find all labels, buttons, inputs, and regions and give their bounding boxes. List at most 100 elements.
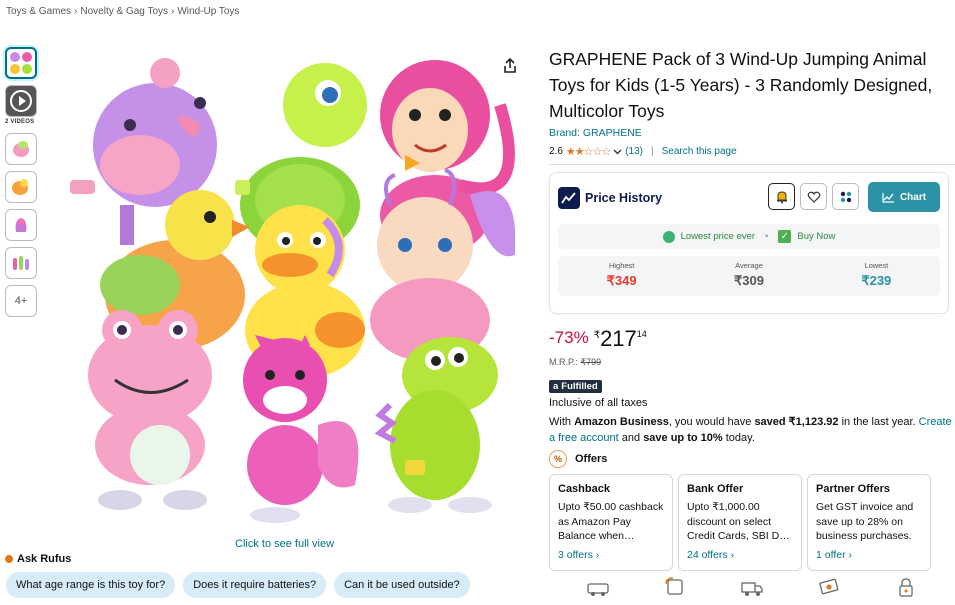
offer-card-title: Cashback [558, 483, 610, 495]
rufus-title: Ask Rufus [17, 553, 72, 565]
pay-on-delivery-icon[interactable] [817, 576, 841, 598]
share-icon[interactable] [501, 57, 519, 75]
breadcrumb-separator: › [171, 6, 175, 17]
stat-value: ₹309 [734, 273, 764, 288]
buy-now-indicator[interactable]: ✓ Buy Now [778, 230, 835, 243]
stat-value: ₹239 [861, 273, 892, 288]
toy-thumbnail-icon [12, 179, 28, 195]
divider [549, 164, 955, 165]
price-alert-bell-button[interactable] [768, 183, 795, 210]
thumbnail-image[interactable] [5, 247, 37, 279]
rufus-question-chip[interactable]: What age range is this toy for? [6, 572, 176, 598]
offers-heading: % Offers [549, 450, 955, 468]
price-history-widget: Price History Chart Lowest price ever • … [549, 172, 949, 314]
green-dot-icon [662, 230, 675, 243]
toy-thumbnail-icon [10, 52, 32, 74]
fulfilled-badge[interactable]: a Fulfilled [549, 380, 602, 393]
stat-highest: Highest ₹349 [558, 256, 685, 296]
stat-lowest: Lowest ₹239 [813, 256, 940, 296]
cash-on-delivery-icon[interactable] [586, 576, 610, 598]
toy-thumbnail-icon [13, 256, 29, 270]
line-chart-icon [882, 192, 894, 203]
offer-card-body: Upto ₹50.00 cashback as Amazon Pay Balan… [558, 501, 664, 542]
offer-card-body: Upto ₹1,000.00 discount on select Credit… [687, 501, 790, 542]
replacement-icon[interactable] [663, 576, 687, 598]
text-bold: saved ₹1,123.92 [754, 416, 839, 428]
thumbnail-main[interactable] [5, 47, 37, 79]
mrp-label: M.R.P.: [549, 357, 578, 367]
offer-card-title: Bank Offer [687, 483, 744, 495]
rating-value: 2.6 [549, 146, 563, 157]
price-history-title: Price History [585, 191, 663, 205]
text: in the last year. [838, 416, 919, 428]
green-dinosaur-toy [374, 337, 498, 513]
chart-button-label: Chart [899, 191, 927, 203]
brand-link[interactable]: Brand: GRAPHENE [549, 127, 955, 139]
product-title: GRAPHENE Pack of 3 Wind-Up Jumping Anima… [549, 49, 933, 121]
offer-card-link[interactable]: 3 offers › [558, 549, 664, 561]
breadcrumb-separator: › [74, 6, 78, 17]
text: , you would have [668, 416, 755, 428]
offers-title: Offers [575, 453, 608, 465]
product-details: GRAPHENE Pack of 3 Wind-Up Jumping Anima… [549, 46, 955, 597]
checkmark-icon: ✓ [778, 230, 792, 243]
tax-note: Inclusive of all taxes [549, 397, 648, 409]
discount-percent: -73% [549, 328, 589, 347]
service-icons-row [549, 576, 955, 598]
videos-count-label: 2 VIDEOS [5, 119, 35, 125]
price-history-logo-icon [558, 187, 580, 209]
secure-transaction-icon[interactable] [894, 576, 918, 598]
lowest-ever-indicator: Lowest price ever [662, 230, 756, 243]
compare-button[interactable] [832, 183, 859, 210]
buy-now-label: Buy Now [797, 231, 836, 242]
separator-dot: • [765, 231, 769, 242]
rufus-question-chip[interactable]: Can it be used outside? [334, 572, 470, 598]
text: and [618, 432, 644, 444]
star-rating-icon[interactable]: ★★☆☆☆ [566, 145, 611, 158]
delivery-truck-icon[interactable] [740, 576, 764, 598]
offer-cards: Cashback Upto ₹50.00 cashback as Amazon … [549, 474, 955, 571]
thumbnail-more[interactable]: 4+ [5, 285, 37, 317]
heart-icon [807, 191, 820, 203]
offer-card-title: Partner Offers [816, 483, 890, 495]
breadcrumb-item[interactable]: Novelty & Gag Toys [80, 6, 168, 17]
offer-card-bank[interactable]: Bank Offer Upto ₹1,000.00 discount on se… [678, 474, 802, 571]
offer-card-cashback[interactable]: Cashback Upto ₹50.00 cashback as Amazon … [549, 474, 673, 571]
offer-card-partner[interactable]: Partner Offers Get GST invoice and save … [807, 474, 931, 571]
play-icon [10, 90, 32, 112]
toy-thumbnail-icon [15, 218, 27, 232]
thumbnail-image[interactable] [5, 209, 37, 241]
breadcrumb-item[interactable]: Wind-Up Toys [177, 6, 239, 17]
rufus-question-chip[interactable]: Does it require batteries? [183, 572, 327, 598]
search-page-link[interactable]: Search this page [662, 146, 737, 157]
stat-label: Average [735, 261, 763, 270]
price-stats-row: Highest ₹349 Average ₹309 Lowest ₹239 [558, 256, 940, 296]
price-status-row: Lowest price ever • ✓ Buy Now [558, 224, 940, 249]
text: With [549, 416, 575, 428]
rufus-suggestions: What age range is this toy for? Does it … [6, 572, 470, 598]
price-block: -73% ₹ 217 14 [549, 328, 955, 350]
product-main-image[interactable] [60, 45, 515, 530]
wishlist-button[interactable] [800, 183, 827, 210]
rufus-icon [5, 555, 13, 563]
breadcrumb-item[interactable]: Toys & Games [6, 6, 71, 17]
offer-card-link[interactable]: 1 offer › [816, 549, 922, 561]
offer-card-link[interactable]: 24 offers › [687, 549, 793, 561]
chevron-down-icon[interactable] [613, 147, 622, 156]
rating-count-link[interactable]: (13) [625, 146, 643, 157]
stat-label: Highest [608, 261, 635, 270]
stat-label: Lowest [864, 261, 889, 270]
mrp-value: ₹799 [580, 357, 602, 367]
thumbnail-image[interactable] [5, 133, 37, 165]
price-fraction: 14 [636, 329, 647, 339]
lowest-ever-label: Lowest price ever [680, 231, 756, 242]
full-view-link[interactable]: Click to see full view [235, 538, 334, 550]
grid-icon [840, 191, 851, 202]
fulfilled-label: Fulfilled [561, 381, 598, 392]
stat-average: Average ₹309 [685, 256, 812, 296]
chart-button[interactable]: Chart [868, 182, 940, 212]
rating-row: 2.6 ★★☆☆☆ (13) | Search this page [549, 145, 955, 158]
thumbnail-image[interactable] [5, 171, 37, 203]
text: today. [722, 432, 755, 444]
thumbnail-video[interactable] [5, 85, 37, 117]
